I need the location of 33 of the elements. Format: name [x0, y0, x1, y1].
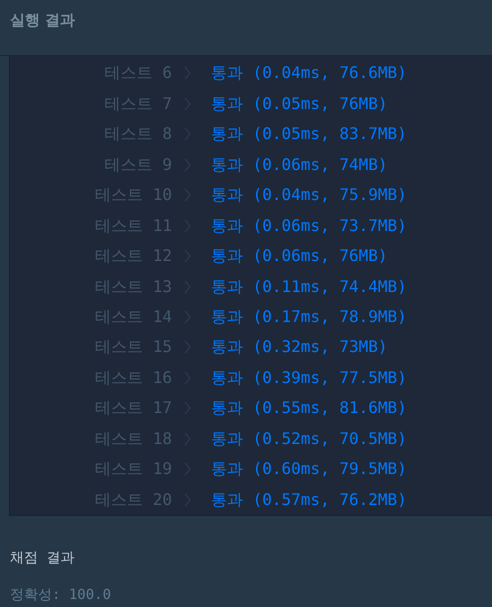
- chevron-right-icon: [184, 249, 191, 264]
- chevron-right-icon: [184, 310, 191, 324]
- test-result: 통과 (0.55ms, 81.6MB): [211, 400, 407, 416]
- section-title: 실행 결과: [10, 11, 76, 29]
- test-result: 통과 (0.05ms, 76MB): [211, 96, 388, 112]
- chevron-right-icon: [184, 492, 191, 507]
- test-result: 통과 (0.52ms, 70.5MB): [211, 430, 407, 447]
- test-result: 통과 (0.11ms, 74.4MB): [211, 278, 407, 295]
- chevron-right-icon: [184, 462, 191, 476]
- test-result: 통과 (0.06ms, 73.7MB): [211, 218, 407, 234]
- chevron-right-icon: [184, 280, 191, 294]
- test-result: 통과 (0.06ms, 76MB): [211, 248, 388, 264]
- chevron-right-icon: [184, 401, 191, 416]
- accuracy-score: 정확성: 100.0: [10, 586, 112, 605]
- test-result: 통과 (0.05ms, 83.7MB): [211, 126, 407, 142]
- test-result: 통과 (0.57ms, 76.2MB): [211, 492, 407, 508]
- test-result: 통과 (0.04ms, 75.9MB): [211, 187, 407, 204]
- test-result: 통과 (0.32ms, 73MB): [211, 339, 388, 356]
- chevron-right-icon: [184, 127, 191, 142]
- test-result: 통과 (0.06ms, 74MB): [211, 156, 388, 173]
- chevron-right-icon: [184, 66, 191, 80]
- test-result: 통과 (0.04ms, 76.6MB): [211, 65, 407, 82]
- chevron-right-icon: [184, 96, 191, 111]
- chevron-right-icon: [184, 158, 191, 172]
- test-result: 통과 (0.60ms, 79.5MB): [211, 461, 407, 478]
- test-result: 통과 (0.17ms, 78.9MB): [211, 308, 407, 325]
- chevron-right-icon: [184, 218, 191, 233]
- chevron-right-icon: [184, 432, 191, 446]
- chevron-right-icon: [184, 370, 191, 385]
- grading-title: 채점 결과: [10, 549, 76, 568]
- test-result: 통과 (0.39ms, 77.5MB): [211, 370, 407, 386]
- chevron-right-icon: [184, 340, 191, 354]
- chevron-right-icon: [184, 188, 191, 202]
